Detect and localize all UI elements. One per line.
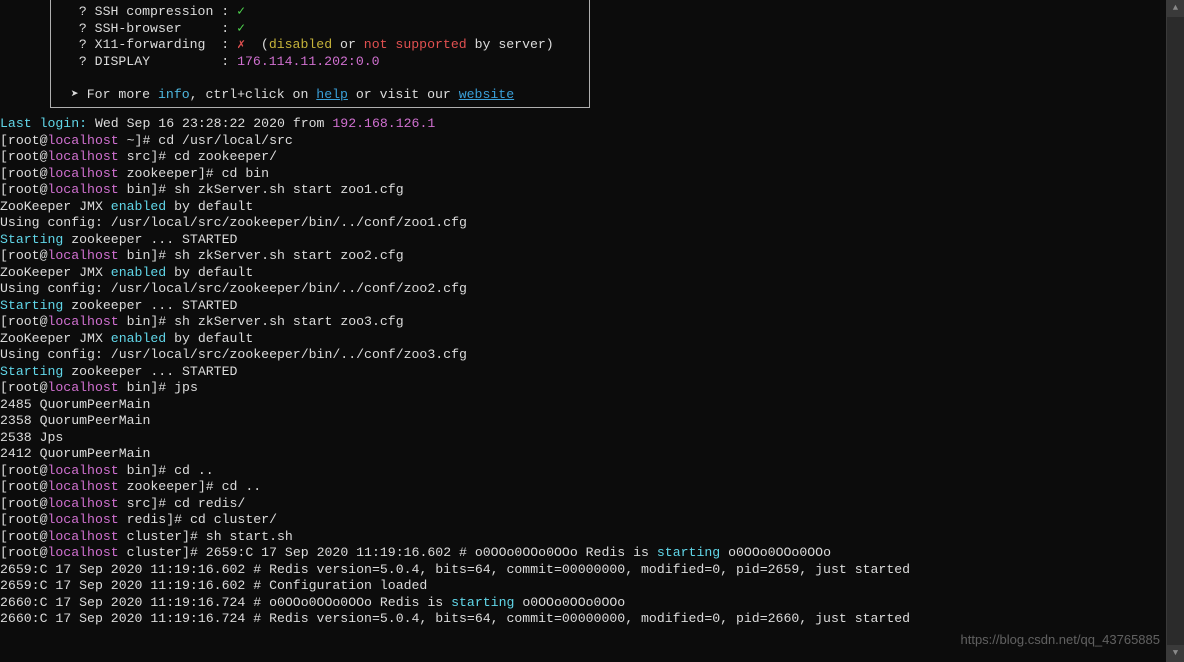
help-link[interactable]: help [316,87,348,102]
website-link[interactable]: website [459,87,514,102]
terminal-output: Last login: Wed Sep 16 23:28:22 2020 fro… [0,116,1164,628]
ssh-info-text: ? SSH compression : ✓ ? SSH-browser : ✓ … [63,4,577,103]
scroll-down-arrow-icon[interactable]: ▼ [1167,645,1184,662]
vertical-scrollbar[interactable]: ▲ ▼ [1166,0,1184,662]
terminal-viewport[interactable]: ? SSH compression : ✓ ? SSH-browser : ✓ … [0,0,1164,662]
ssh-info-box: ? SSH compression : ✓ ? SSH-browser : ✓ … [50,0,590,108]
scroll-up-arrow-icon[interactable]: ▲ [1167,0,1184,17]
